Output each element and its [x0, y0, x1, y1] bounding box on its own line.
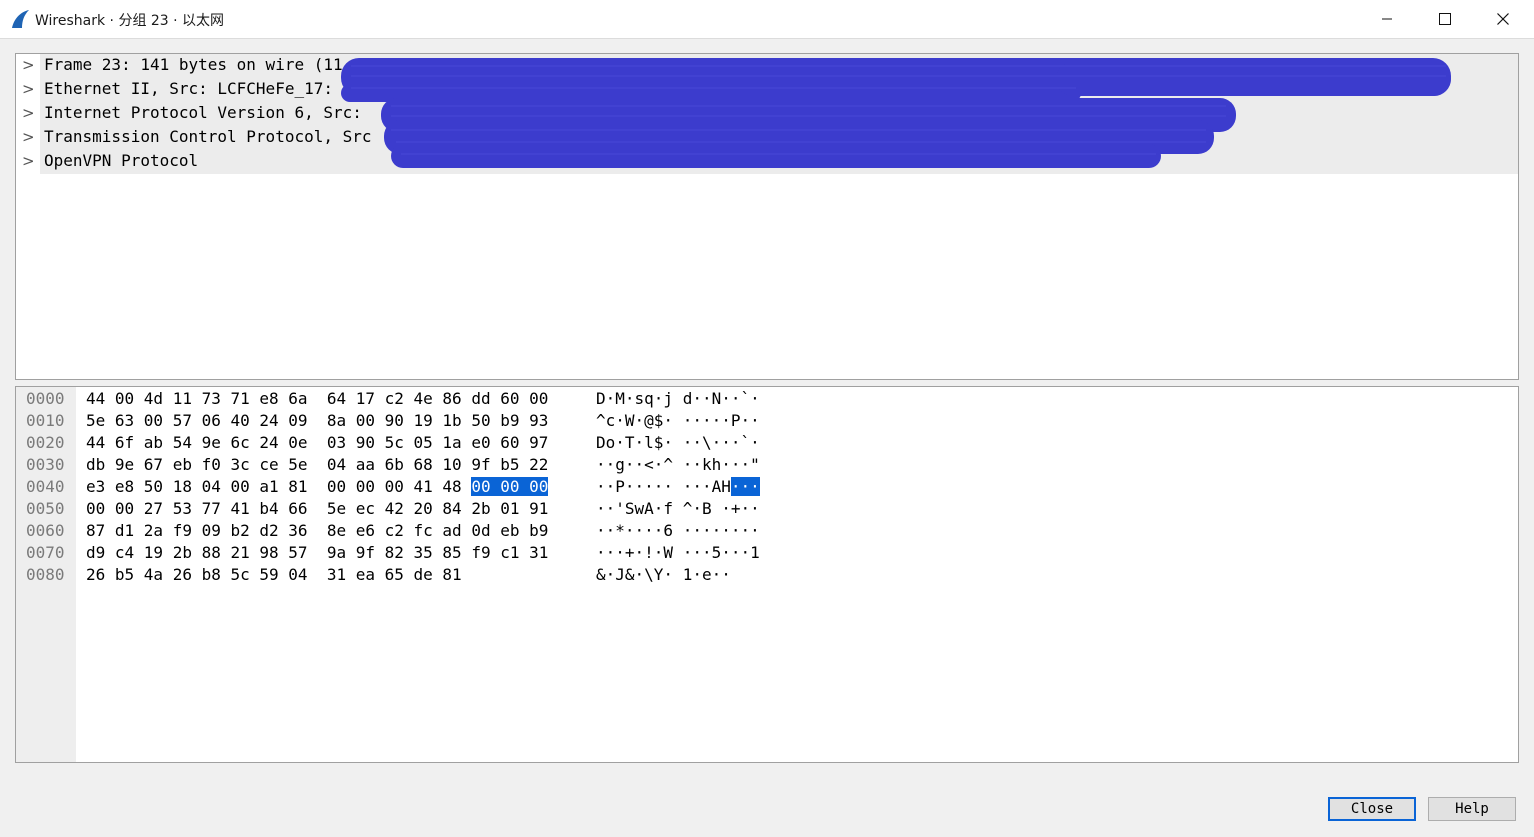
hex-offset: 0070 [26, 543, 65, 562]
hex-offset: 0030 [26, 455, 65, 474]
hex-ascii[interactable]: &·J&·\Y· 1·e·· [596, 565, 731, 584]
hex-row: 0010 5e 63 00 57 06 40 24 09 8a 00 90 19… [16, 409, 1518, 431]
hex-offset: 0020 [26, 433, 65, 452]
hex-bytes[interactable]: 87 d1 2a f9 09 b2 d2 36 8e e6 c2 fc ad 0… [86, 521, 548, 540]
hex-ascii[interactable]: ··*····6 ········ [596, 521, 760, 540]
hex-row: 0000 44 00 4d 11 73 71 e8 6a 64 17 c2 4e… [16, 387, 1518, 409]
hex-offset: 0040 [26, 477, 65, 496]
hex-ascii[interactable]: ···+·!·W ···5···1 [596, 543, 760, 562]
window-title: Wireshark · 分组 23 · 以太网 [35, 13, 225, 29]
hex-bytes[interactable]: 44 00 4d 11 73 71 e8 6a 64 17 c2 4e 86 d… [86, 389, 548, 408]
hex-bytes[interactable]: 00 00 27 53 77 41 b4 66 5e ec 42 20 84 2… [86, 499, 548, 518]
hex-ascii[interactable]: ··P····· ···AH··· [596, 477, 760, 496]
minimize-button[interactable] [1358, 0, 1416, 38]
close-button[interactable]: Close [1328, 797, 1416, 821]
hex-bytes[interactable]: db 9e 67 eb f0 3c ce 5e 04 aa 6b 68 10 9… [86, 455, 548, 474]
ascii-selection: ··· [730, 477, 760, 496]
hex-bytes[interactable]: 44 6f ab 54 9e 6c 24 0e 03 90 5c 05 1a e… [86, 433, 548, 452]
hex-row: 0030 db 9e 67 eb f0 3c ce 5e 04 aa 6b 68… [16, 453, 1518, 475]
minimize-icon [1382, 18, 1392, 20]
maximize-button[interactable] [1416, 0, 1474, 38]
hex-selection: 00 00 00 [471, 477, 549, 496]
hex-bytes[interactable]: d9 c4 19 2b 88 21 98 57 9a 9f 82 35 85 f… [86, 543, 548, 562]
hex-row: 0070 d9 c4 19 2b 88 21 98 57 9a 9f 82 35… [16, 541, 1518, 563]
hex-row: 0020 44 6f ab 54 9e 6c 24 0e 03 90 5c 05… [16, 431, 1518, 453]
maximize-icon [1439, 13, 1451, 25]
hex-ascii[interactable]: Do·T·l$· ··\···`· [596, 433, 760, 452]
help-button[interactable]: Help [1428, 797, 1516, 821]
hex-offset: 0080 [26, 565, 65, 584]
hex-bytes[interactable]: 26 b5 4a 26 b8 5c 59 04 31 ea 65 de 81 [86, 565, 462, 584]
hex-ascii[interactable]: ··g··<·^ ··kh···" [596, 455, 760, 474]
hex-ascii[interactable]: ··'SwA·f ^·B ·+·· [596, 499, 760, 518]
hex-row: 0080 26 b5 4a 26 b8 5c 59 04 31 ea 65 de… [16, 563, 1518, 585]
packet-details-tree[interactable]: > Frame 23: 141 bytes on wire (11 > Ethe… [15, 53, 1519, 380]
hex-row: 0060 87 d1 2a f9 09 b2 d2 36 8e e6 c2 fc… [16, 519, 1518, 541]
hex-bytes[interactable]: e3 e8 50 18 04 00 a1 81 00 00 00 41 48 0… [86, 477, 549, 496]
hex-offset: 0000 [26, 389, 65, 408]
hex-offset: 0010 [26, 411, 65, 430]
wireshark-fin-icon [12, 10, 29, 28]
redaction-scribble [341, 58, 1451, 168]
window-close-button[interactable] [1474, 0, 1532, 38]
hex-ascii[interactable]: D·M·sq·j d··N··`· [596, 389, 760, 408]
hex-bytes[interactable]: 5e 63 00 57 06 40 24 09 8a 00 90 19 1b 5… [86, 411, 548, 430]
hex-offset: 0050 [26, 499, 65, 518]
hex-row: 0050 00 00 27 53 77 41 b4 66 5e ec 42 20… [16, 497, 1518, 519]
close-icon [1497, 13, 1509, 25]
packet-bytes-pane[interactable]: 0000 44 00 4d 11 73 71 e8 6a 64 17 c2 4e… [15, 386, 1519, 763]
hex-row: 0040 e3 e8 50 18 04 00 a1 81 00 00 00 41… [16, 475, 1518, 497]
title-bar: Wireshark · 分组 23 · 以太网 [0, 0, 1534, 39]
hex-offset: 0060 [26, 521, 65, 540]
hex-ascii[interactable]: ^c·W·@$· ·····P·· [596, 411, 760, 430]
